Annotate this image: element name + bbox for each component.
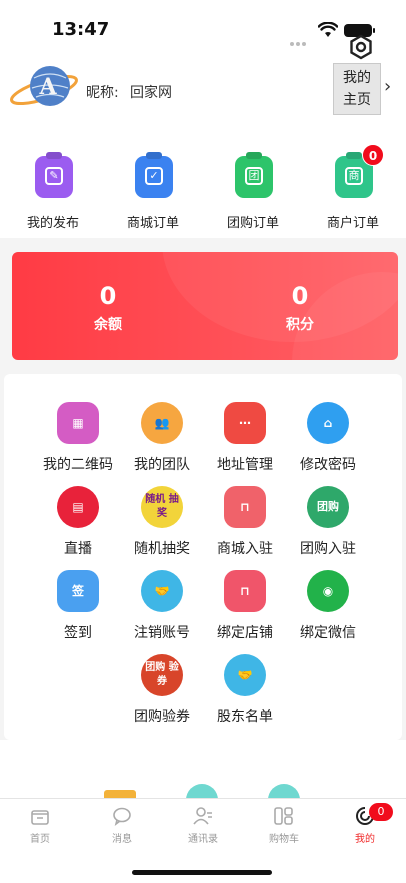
clapper-icon: ▤ [57,486,99,528]
tab-label: 首页 [30,834,50,845]
contacts-icon [193,807,212,825]
menu-item-my-qrcode[interactable]: ▦ 我的二维码 [33,402,123,478]
tab-label: 通讯录 [188,834,218,845]
tab-mine[interactable]: 我的 0 [325,803,405,845]
menu-item-sign-in[interactable]: 签 签到 [33,570,123,646]
shopping-bag-icon: ⊓ [224,486,266,528]
order-item-my-posts[interactable]: ✎ 我的发布 [8,156,98,236]
balance-card: 0 余额 0 积分 [12,252,398,360]
menu-item-cancel-account[interactable]: 🤝 注销账号 [117,570,207,646]
menu-item-lottery[interactable]: 随机 抽奖 随机抽奖 [117,486,207,562]
menu-label: 团购入驻 [300,541,356,557]
store-bag-icon: ⊓ [224,570,266,612]
menu-label: 股东名单 [217,709,273,725]
edit-icon: ✎ [35,156,73,198]
group-buy-sticker-icon: 团购 [307,486,349,528]
mine-badge: 0 [369,803,393,821]
order-label: 商户订单 [326,216,379,231]
menu-item-shareholders[interactable]: 🤝 股东名单 [200,654,290,730]
chat-bubble-icon [113,807,131,826]
tab-label: 购物车 [269,834,299,845]
tab-messages[interactable]: 消息 [82,805,162,845]
order-shortcuts: ✎ 我的发布 ✓ 商城订单 团 团购订单 商 0 商户订单 [0,130,406,238]
balance-value[interactable]: 0 [78,282,138,310]
menu-item-mall-join[interactable]: ⊓ 商城入驻 [200,486,290,562]
menu-item-bind-store[interactable]: ⊓ 绑定店铺 [200,570,290,646]
chevron-right-icon[interactable]: › [384,76,391,97]
home-button-line2: 主页 [343,92,371,108]
balance-label[interactable]: 余额 [78,314,138,334]
clipboard-check-icon: ✓ [135,156,173,198]
order-glyph: 商 [345,167,363,185]
function-menu: ▦ 我的二维码 👥 我的团队 ⋯ 地址管理 ⌂ 修改密码 ▤ 直播 随机 抽奖 … [4,374,402,740]
menu-item-group-join[interactable]: 团购 团购入驻 [283,486,373,562]
wechat-icon: ◉ [307,570,349,612]
menu-item-bind-wechat[interactable]: ◉ 绑定微信 [283,570,373,646]
order-label: 商城订单 [126,216,179,231]
profile-header: A 昵称: 回家网 我的 主页 › [0,34,406,130]
content-strip [0,740,406,800]
tab-cart[interactable]: 购物车 [244,805,324,845]
tab-label: 我的 [355,834,375,845]
cart-grid-icon [274,807,293,825]
menu-item-verify-coupon[interactable]: 团购 验券 团购验券 [117,654,207,730]
handshake-icon: 🤝 [141,570,183,612]
avatar-letter: A [38,74,57,100]
menu-label: 修改密码 [300,457,356,473]
tab-label: 消息 [112,834,132,845]
points-label[interactable]: 积分 [270,314,330,334]
my-homepage-button[interactable]: 我的 主页 [333,63,381,115]
points-value[interactable]: 0 [270,282,330,310]
menu-item-address[interactable]: ⋯ 地址管理 [200,402,290,478]
menu-label: 绑定微信 [300,625,356,641]
order-glyph: ✓ [145,167,163,185]
home-indicator [132,870,272,875]
team-icon: 👥 [141,402,183,444]
menu-item-my-team[interactable]: 👥 我的团队 [117,402,207,478]
status-bar: 13:47 [0,0,406,65]
settings-icon[interactable] [348,34,374,60]
share-icon: ⋯ [224,402,266,444]
order-label: 团购订单 [226,216,279,231]
menu-item-live[interactable]: ▤ 直播 [33,486,123,562]
order-label: 我的发布 [26,216,79,231]
nickname-label: 昵称: [86,85,119,101]
tab-contacts[interactable]: 通讯录 [163,805,243,845]
order-glyph: ✎ [45,167,63,185]
order-glyph: 团 [245,167,263,185]
verify-coupon-icon: 团购 验券 [141,654,183,696]
home-store-icon [31,810,49,825]
order-item-mall-orders[interactable]: ✓ 商城订单 [108,156,198,236]
home-button-line1: 我的 [343,70,371,86]
group-order-icon: 团 [235,156,273,198]
wifi-icon [318,22,338,37]
order-item-merchant-orders[interactable]: 商 0 商户订单 [308,144,398,236]
calendar-sign-icon: 签 [57,570,99,612]
avatar[interactable]: A [8,64,80,110]
qrcode-icon: ▦ [57,402,99,444]
status-time: 13:47 [52,19,110,40]
tab-home[interactable]: 首页 [0,805,80,845]
shareholder-icon: 🤝 [224,654,266,696]
lottery-icon: 随机 抽奖 [141,486,183,528]
nickname-value: 回家网 [130,85,172,101]
merchant-order-badge: 0 [362,144,384,166]
home-lock-icon: ⌂ [307,402,349,444]
signal-dots-icon [290,31,312,65]
order-item-group-orders[interactable]: 团 团购订单 [208,156,298,236]
menu-item-change-password[interactable]: ⌂ 修改密码 [283,402,373,478]
